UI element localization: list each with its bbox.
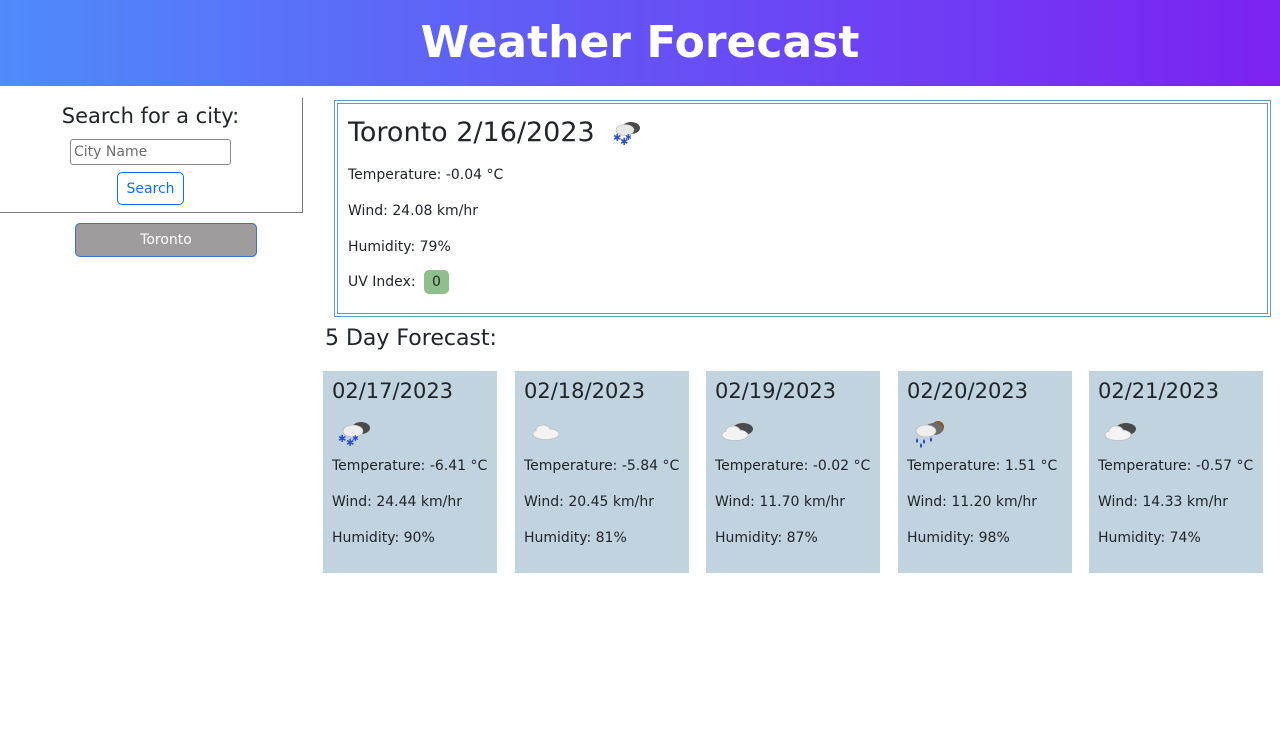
forecast-wind: Wind: 14.33 km/hr [1098,494,1228,510]
forecast-humidity: Humidity: 87% [715,530,818,546]
current-city-date-heading: Toronto 2/16/2023 ✱ ✱ ✱ [348,115,645,149]
forecast-wind: Wind: 11.20 km/hr [907,494,1037,510]
forecast-date: 02/18/2023 [524,379,646,403]
svg-text:✱: ✱ [625,133,632,142]
forecast-wind: Wind: 11.70 km/hr [715,494,845,510]
forecast-wind: Wind: 20.45 km/hr [524,494,654,510]
svg-text:✱: ✱ [352,434,359,443]
page-title: Weather Forecast [420,17,860,68]
forecast-card: 02/17/2023 ✱ ✱ ✱ Temperature: -6.41 °C W… [323,371,497,573]
forecast-title: 5 Day Forecast: [325,326,497,351]
current-wind: Wind: 24.08 km/hr [348,203,478,219]
forecast-date: 02/17/2023 [332,379,454,403]
forecast-card: 02/20/2023 Temperature: 1.51 °C Wind: 11… [898,371,1072,573]
forecast-card: 02/18/2023 Temperature: -5.84 °C Wind: 2… [515,371,689,573]
current-humidity: Humidity: 79% [348,239,451,255]
forecast-humidity: Humidity: 74% [1098,530,1201,546]
page-header: Weather Forecast [0,0,1280,86]
broken-clouds-icon [1099,415,1141,449]
uv-label: UV Index: [348,274,416,290]
history-city-button[interactable]: Toronto [75,223,257,257]
forecast-humidity: Humidity: 81% [524,530,627,546]
forecast-temperature: Temperature: -5.84 °C [524,458,680,474]
current-uv-row: UV Index: 0 [348,270,449,294]
search-title: Search for a city: [61,104,240,128]
city-search-input[interactable] [70,139,231,165]
forecast-date: 02/20/2023 [907,379,1029,403]
current-city-date: Toronto 2/16/2023 [348,116,595,148]
forecast-temperature: Temperature: -0.57 °C [1098,458,1254,474]
broken-clouds-icon [716,415,758,449]
forecast-humidity: Humidity: 90% [332,530,435,546]
forecast-card: 02/21/2023 Temperature: -0.57 °C Wind: 1… [1089,371,1263,573]
rain-icon [908,415,950,449]
current-temperature: Temperature: -0.04 °C [348,167,504,183]
forecast-wind: Wind: 24.44 km/hr [332,494,462,510]
cloud-icon [525,415,567,449]
forecast-card: 02/19/2023 Temperature: -0.02 °C Wind: 1… [706,371,880,573]
forecast-date: 02/19/2023 [715,379,837,403]
forecast-temperature: Temperature: -6.41 °C [332,458,488,474]
forecast-date: 02/21/2023 [1098,379,1220,403]
search-panel: Search for a city: Search [0,98,303,213]
current-weather-inner: Toronto 2/16/2023 ✱ ✱ ✱ Temperature: -0.… [337,103,1268,314]
forecast-temperature: Temperature: -0.02 °C [715,458,871,474]
page: Weather Forecast Search for a city: Sear… [0,0,1280,732]
forecast-humidity: Humidity: 98% [907,530,1010,546]
snow-cloud-icon: ✱ ✱ ✱ [333,415,375,449]
snow-cloud-icon: ✱ ✱ ✱ [605,115,645,149]
forecast-temperature: Temperature: 1.51 °C [907,458,1058,474]
uv-index-badge: 0 [424,270,449,294]
current-weather-card: Toronto 2/16/2023 ✱ ✱ ✱ Temperature: -0.… [334,100,1271,317]
search-button[interactable]: Search [117,172,184,205]
